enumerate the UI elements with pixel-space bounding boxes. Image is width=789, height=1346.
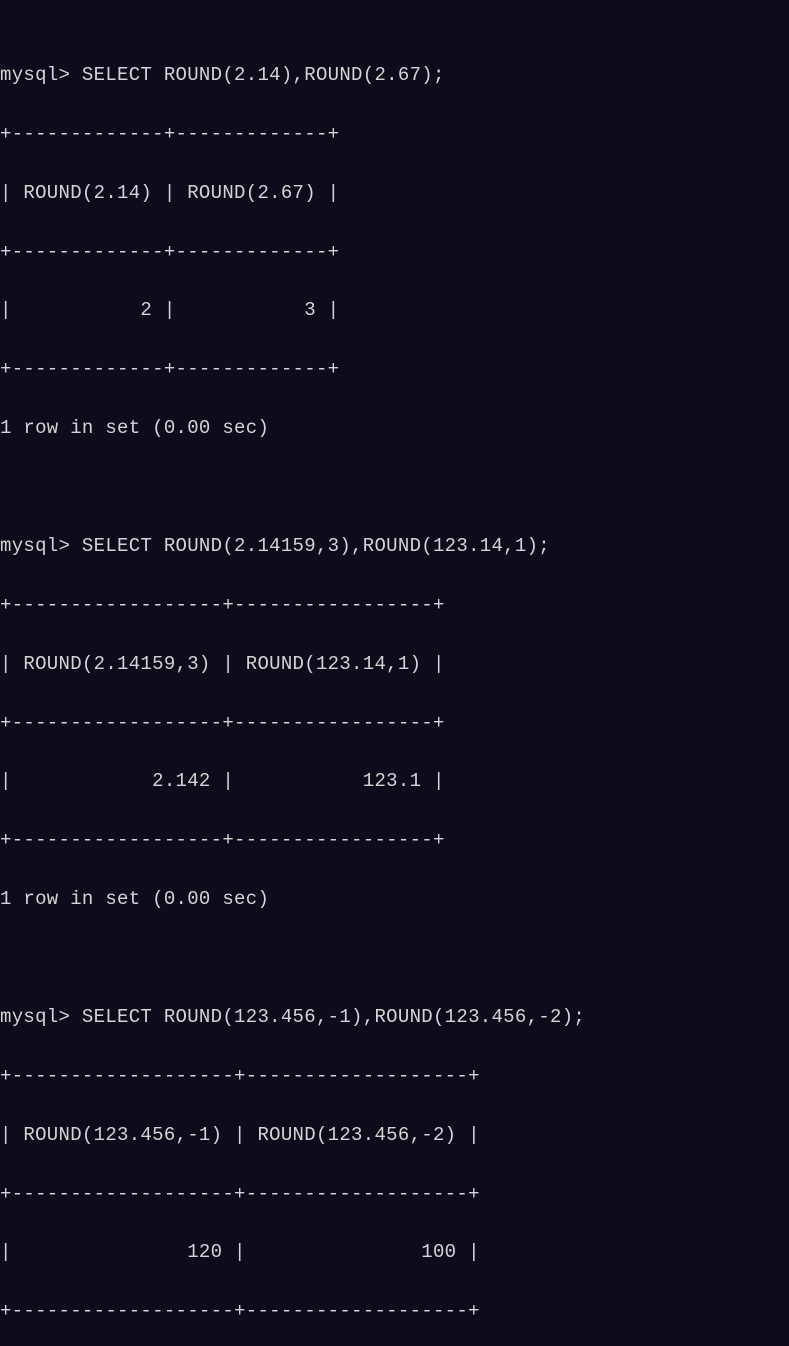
blank-2 (0, 944, 789, 973)
table-2-border-top: +------------------+-----------------+ (0, 591, 789, 620)
table-2-header: | ROUND(2.14159,3) | ROUND(123.14,1) | (0, 650, 789, 679)
table-3-border-mid: +-------------------+-------------------… (0, 1180, 789, 1209)
mysql-terminal: mysql> SELECT ROUND(2.14),ROUND(2.67); +… (0, 29, 789, 1346)
blank-1 (0, 473, 789, 502)
result-1-status: 1 row in set (0.00 sec) (0, 414, 789, 443)
table-3-data-row: | 120 | 100 | (0, 1238, 789, 1267)
table-1-border-bottom: +-------------+-------------+ (0, 355, 789, 384)
prompt-text: mysql> SELECT ROUND(2.14159,3),ROUND(123… (0, 535, 550, 557)
table-1-border-top: +-------------+-------------+ (0, 120, 789, 149)
query-1-prompt: mysql> SELECT ROUND(2.14),ROUND(2.67); (0, 61, 789, 90)
result-2-status: 1 row in set (0.00 sec) (0, 885, 789, 914)
table-2-border-mid: +------------------+-----------------+ (0, 709, 789, 738)
prompt-text: mysql> SELECT ROUND(2.14),ROUND(2.67); (0, 64, 445, 86)
table-3-border-top: +-------------------+-------------------… (0, 1062, 789, 1091)
query-2-prompt: mysql> SELECT ROUND(2.14159,3),ROUND(123… (0, 532, 789, 561)
prompt-text: mysql> SELECT ROUND(123.456,-1),ROUND(12… (0, 1006, 585, 1028)
table-1-border-mid: +-------------+-------------+ (0, 238, 789, 267)
table-3-header: | ROUND(123.456,-1) | ROUND(123.456,-2) … (0, 1121, 789, 1150)
table-2-data-row: | 2.142 | 123.1 | (0, 767, 789, 796)
table-3-border-bottom: +-------------------+-------------------… (0, 1297, 789, 1326)
table-2-border-bottom: +------------------+-----------------+ (0, 826, 789, 855)
table-1-header: | ROUND(2.14) | ROUND(2.67) | (0, 179, 789, 208)
table-1-data-row: | 2 | 3 | (0, 296, 789, 325)
query-3-prompt: mysql> SELECT ROUND(123.456,-1),ROUND(12… (0, 1003, 789, 1032)
